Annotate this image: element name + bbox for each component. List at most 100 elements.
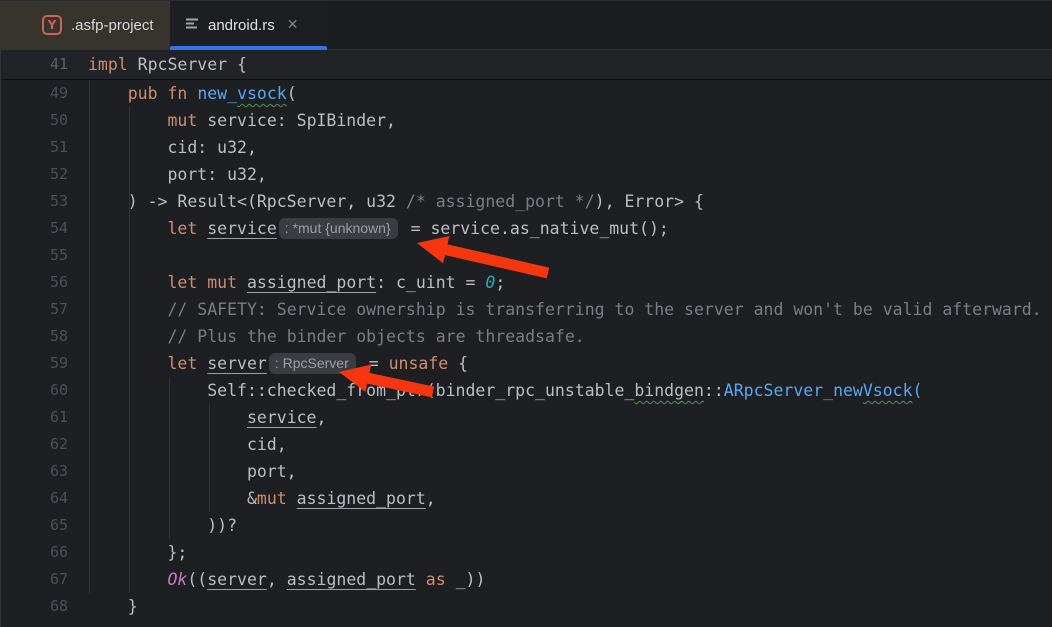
code-editor[interactable]: 49 pub fn new_vsock(50 mut service: SpIB… xyxy=(0,80,1052,627)
code-token xyxy=(88,84,128,103)
line-number[interactable]: 41 xyxy=(0,51,68,78)
inlay-type-hint[interactable]: : *mut {unknown} xyxy=(279,218,398,239)
code-token: assigned_port xyxy=(287,570,416,589)
code-token: service xyxy=(207,219,277,238)
code-line[interactable]: 54 let service: *mut {unknown} = service… xyxy=(0,215,1052,242)
close-icon[interactable]: ✕ xyxy=(287,18,299,32)
code-line[interactable]: 55 xyxy=(0,242,1052,269)
line-number[interactable]: 59 xyxy=(0,350,68,377)
tab-bar: Y .asfp-project android.rs ✕ xyxy=(0,0,1052,50)
code-line[interactable]: 51 cid: u32, xyxy=(0,134,1052,161)
line-number[interactable]: 56 xyxy=(0,269,68,296)
line-number[interactable]: 54 xyxy=(0,215,68,242)
line-number[interactable]: 50 xyxy=(0,107,68,134)
code-token: service: SpIBinder, xyxy=(197,111,396,130)
line-number[interactable]: 60 xyxy=(0,377,68,404)
code-token: assigned_port xyxy=(297,489,426,508)
code-token: ; xyxy=(495,273,505,292)
line-number[interactable]: 61 xyxy=(0,404,68,431)
code-line[interactable]: 52 port: u32, xyxy=(0,161,1052,188)
line-number[interactable]: 53 xyxy=(0,188,68,215)
line-number[interactable]: 66 xyxy=(0,539,68,566)
code-token: let xyxy=(167,273,197,292)
code-line[interactable]: 61 service, xyxy=(0,404,1052,431)
code-token: pub xyxy=(128,84,158,103)
line-number[interactable]: 58 xyxy=(0,323,68,350)
code-text: port, xyxy=(88,458,297,485)
code-token xyxy=(88,273,167,292)
code-token xyxy=(88,354,167,373)
file-type-icon xyxy=(184,15,200,35)
code-token: cid, xyxy=(88,435,287,454)
code-line[interactable]: 64 &mut assigned_port, xyxy=(0,485,1052,512)
code-token: bindgen xyxy=(634,381,704,400)
code-text: let service: *mut {unknown} = service.as… xyxy=(88,215,669,242)
line-number[interactable]: 68 xyxy=(0,593,68,620)
code-token: Ok xyxy=(167,570,187,589)
code-line[interactable]: 56 let mut assigned_port: c_uint = 0; xyxy=(0,269,1052,296)
code-line[interactable]: 59 let server: RpcServer = unsafe { xyxy=(0,350,1052,377)
code-line[interactable]: 58 // Plus the binder objects are thread… xyxy=(0,323,1052,350)
code-token: Vsock xyxy=(863,381,913,400)
code-line[interactable]: 60 Self::checked_from_ptr(binder_rpc_uns… xyxy=(0,377,1052,404)
code-text: cid, xyxy=(88,431,287,458)
line-number[interactable]: 62 xyxy=(0,431,68,458)
line-number[interactable]: 65 xyxy=(0,512,68,539)
code-token: let xyxy=(167,219,197,238)
project-icon: Y xyxy=(42,15,62,35)
indent-guide xyxy=(169,377,170,539)
code-token: new_ xyxy=(197,84,237,103)
inlay-type-hint[interactable]: : RpcServer xyxy=(269,353,356,374)
code-token: }; xyxy=(88,543,187,562)
code-token: :: xyxy=(704,381,724,400)
code-line[interactable]: 62 cid, xyxy=(0,431,1052,458)
code-text: pub fn new_vsock( xyxy=(88,80,297,107)
code-line[interactable]: 66 }; xyxy=(0,539,1052,566)
line-number[interactable]: 51 xyxy=(0,134,68,161)
code-text: cid: u32, xyxy=(88,134,257,161)
code-token: ))? xyxy=(88,516,237,535)
code-line[interactable]: 67 Ok((server, assigned_port as _)) xyxy=(0,566,1052,593)
code-token: vsock xyxy=(237,84,287,103)
code-text: mut service: SpIBinder, xyxy=(88,107,396,134)
code-token xyxy=(88,408,247,427)
code-text: port: u32, xyxy=(88,161,267,188)
code-line[interactable]: 50 mut service: SpIBinder, xyxy=(0,107,1052,134)
line-number[interactable]: 52 xyxy=(0,161,68,188)
code-token: 0 xyxy=(485,273,495,292)
code-token xyxy=(197,273,207,292)
code-line[interactable]: 49 pub fn new_vsock( xyxy=(0,80,1052,107)
code-text: ) -> Result<(RpcServer, u32 /* assigned_… xyxy=(88,188,704,215)
code-token: , xyxy=(426,489,436,508)
code-token xyxy=(416,570,426,589)
code-token: port: u32, xyxy=(88,165,267,184)
sticky-scope-line[interactable]: 41 impl RpcServer { xyxy=(0,50,1052,80)
code-token xyxy=(187,84,197,103)
code-text: let server: RpcServer = unsafe { xyxy=(88,350,468,377)
line-number[interactable]: 63 xyxy=(0,458,68,485)
code-token: , xyxy=(317,408,327,427)
code-token: server xyxy=(207,570,267,589)
code-line[interactable]: 53 ) -> Result<(RpcServer, u32 /* assign… xyxy=(0,188,1052,215)
code-token: ARpcServer_new xyxy=(724,381,863,400)
line-number[interactable]: 67 xyxy=(0,566,68,593)
code-line[interactable]: 68 } xyxy=(0,593,1052,620)
code-token xyxy=(197,354,207,373)
code-text: } xyxy=(88,593,138,620)
line-number[interactable]: 57 xyxy=(0,296,68,323)
code-token: ( xyxy=(287,84,297,103)
code-token: (( xyxy=(187,570,207,589)
code-token: service xyxy=(247,408,317,427)
code-token: cid: u32, xyxy=(88,138,257,157)
tab-android-rs[interactable]: android.rs ✕ xyxy=(170,1,327,49)
line-number[interactable]: 55 xyxy=(0,242,68,269)
code-token: ) -> Result<(RpcServer, u32 xyxy=(88,192,406,211)
code-line[interactable]: 65 ))? xyxy=(0,512,1052,539)
code-line[interactable]: 57 // SAFETY: Service ownership is trans… xyxy=(0,296,1052,323)
code-token: = service.as_native_mut(); xyxy=(401,219,669,238)
line-number[interactable]: 49 xyxy=(0,80,68,107)
code-line[interactable]: 63 port, xyxy=(0,458,1052,485)
code-token: , xyxy=(267,570,287,589)
project-tab[interactable]: Y .asfp-project xyxy=(0,1,170,49)
line-number[interactable]: 64 xyxy=(0,485,68,512)
